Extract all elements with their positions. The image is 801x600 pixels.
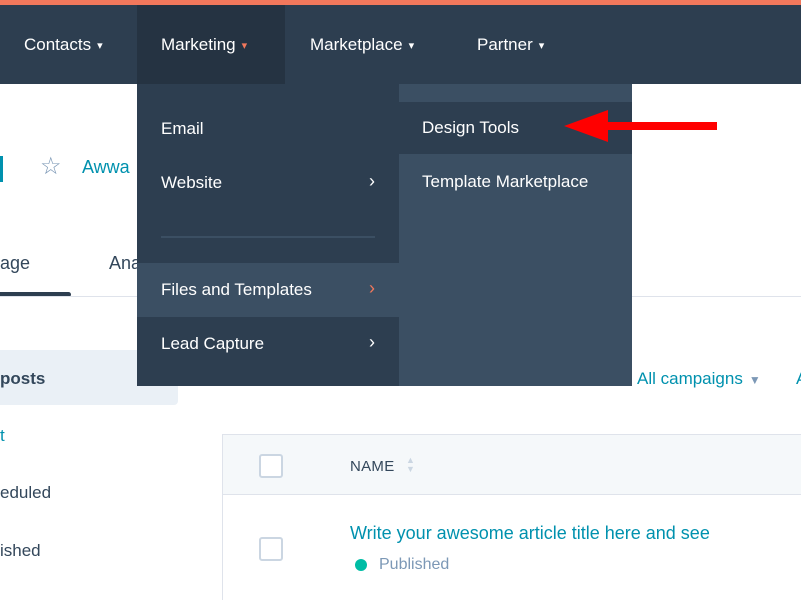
status-badge: Published — [379, 556, 450, 573]
menu-item-files-and-templates[interactable]: Files and Templates › — [137, 263, 399, 317]
table-row-title[interactable]: Write your awesome article title here an… — [350, 523, 710, 544]
star-icon[interactable]: ☆ — [40, 152, 62, 181]
red-arrow-annotation — [564, 110, 717, 142]
submenu-item-label: Template Marketplace — [422, 172, 589, 191]
caret-down-icon: ▼ — [748, 373, 761, 387]
column-header-name[interactable]: NAME — [350, 458, 395, 475]
menu-item-email[interactable]: Email — [137, 102, 399, 156]
page-title[interactable]: Awwa — [82, 157, 130, 178]
menu-item-label: Email — [161, 119, 204, 138]
title-edge-bar — [0, 156, 3, 182]
sidebar-item-link[interactable]: t — [0, 426, 5, 446]
sort-icon[interactable]: ▲ ▼ — [406, 456, 415, 474]
table-header — [222, 434, 801, 495]
nav-partner[interactable]: Partner ▾ — [477, 5, 544, 84]
nav-partner-label: Partner — [477, 34, 533, 54]
submenu-item-template-marketplace[interactable]: Template Marketplace — [399, 156, 632, 208]
sidebar-item-scheduled[interactable]: eduled — [0, 483, 51, 503]
nav-marketing[interactable]: Marketing ▾ — [137, 5, 285, 84]
select-all-checkbox[interactable] — [259, 454, 283, 478]
tab-manage[interactable]: age — [0, 253, 30, 274]
nav-marketplace-label: Marketplace — [310, 34, 403, 54]
sidebar-item-published[interactable]: ished — [0, 541, 41, 561]
chevron-down-icon: ▾ — [241, 40, 248, 52]
campaign-filter-label: All campaigns — [637, 369, 743, 388]
campaign-filter[interactable]: All campaigns ▼ — [637, 369, 761, 389]
nav-contacts-label: Contacts — [24, 34, 92, 54]
nav-marketplace[interactable]: Marketplace ▾ — [310, 5, 414, 84]
next-filter[interactable]: A — [796, 369, 801, 389]
chevron-right-icon: › — [369, 171, 375, 191]
nav-marketing-label: Marketing — [161, 34, 236, 54]
chevron-down-icon: ▾ — [97, 40, 103, 52]
chevron-down-icon: ▾ — [408, 40, 415, 52]
menu-item-label: Website — [161, 173, 223, 192]
marketing-dropdown: Email Website › Files and Templates › Le… — [137, 84, 399, 386]
menu-item-lead-capture[interactable]: Lead Capture › — [137, 317, 399, 371]
menu-item-website[interactable]: Website › — [137, 156, 399, 210]
submenu-item-label: Design Tools — [422, 118, 520, 137]
row-checkbox[interactable] — [259, 537, 283, 561]
nav-contacts[interactable]: Contacts ▾ — [24, 5, 103, 84]
sidebar-item-posts-label: posts — [0, 369, 46, 388]
menu-divider — [161, 236, 375, 238]
status-dot — [355, 559, 367, 571]
table-left-border — [222, 495, 223, 600]
chevron-right-icon: › — [369, 278, 375, 298]
menu-item-label: Files and Templates — [161, 280, 312, 299]
chevron-down-icon: ▾ — [538, 40, 545, 52]
menu-item-label: Lead Capture — [161, 334, 265, 353]
chevron-right-icon: › — [369, 332, 375, 352]
